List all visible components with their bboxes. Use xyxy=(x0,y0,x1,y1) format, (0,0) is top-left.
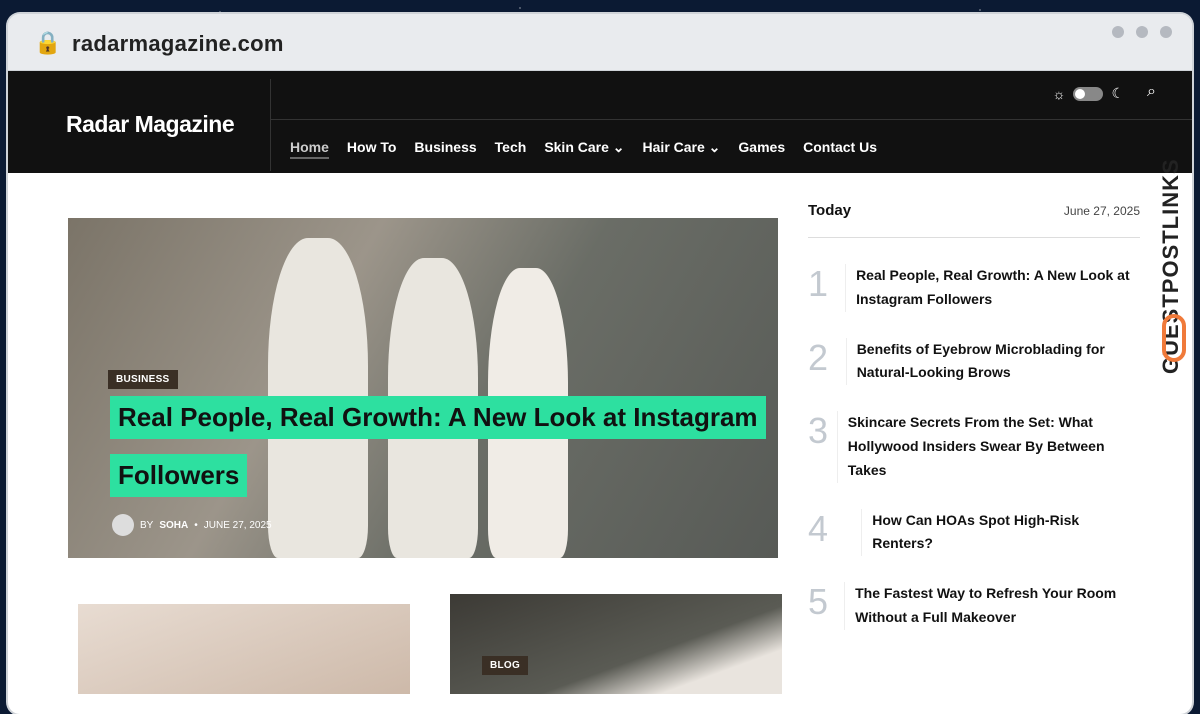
lock-icon: 🔒 xyxy=(34,30,62,55)
sun-icon: ☼ xyxy=(1052,85,1066,102)
list-item-title[interactable]: Skincare Secrets From the Set: What Holl… xyxy=(836,411,1140,483)
list-number: 4 xyxy=(808,507,829,549)
list-item-title[interactable]: Real People, Real Growth: A New Look at … xyxy=(845,264,1140,312)
toggle-switch[interactable] xyxy=(1073,86,1104,101)
list-number: 1 xyxy=(808,263,829,304)
sidebar-header: Today June 27, 2025 xyxy=(808,202,1140,238)
list-item[interactable]: 1 Real People, Real Growth: A New Look a… xyxy=(808,264,1140,312)
today-sidebar: Today June 27, 2025 1 Real People, Real … xyxy=(808,202,1140,630)
moon-icon: ☾ xyxy=(1111,85,1124,101)
list-item-title[interactable]: The Fastest Way to Refresh Your Room Wit… xyxy=(844,582,1140,630)
theme-toggle[interactable]: ☼ ☾ xyxy=(1053,85,1124,102)
article-card-image[interactable]: BLOG xyxy=(450,594,782,694)
hero-article[interactable]: BUSINESS Real People, Real Growth: A New… xyxy=(68,218,778,558)
list-number: 2 xyxy=(808,336,829,378)
list-item[interactable]: 5 The Fastest Way to Refresh Your Room W… xyxy=(808,582,1140,630)
nav-how-to[interactable]: How To xyxy=(347,139,397,159)
list-item[interactable]: 3 Skincare Secrets From the Set: What Ho… xyxy=(808,410,1140,483)
site-logo[interactable]: Radar Magazine xyxy=(66,111,235,138)
main-nav: Home How To Business Tech Skin Care ⌄ Ha… xyxy=(290,139,877,159)
nav-business[interactable]: Business xyxy=(414,139,476,159)
list-item-title[interactable]: How Can HOAs Spot High-Risk Renters? xyxy=(861,508,1140,557)
header-divider xyxy=(270,79,271,171)
avatar xyxy=(112,514,134,536)
nav-contact-us[interactable]: Contact Us xyxy=(803,139,877,159)
site-header: Radar Magazine ☼ ☾ ⌕ Home How To Busines… xyxy=(8,71,1192,173)
search-icon[interactable]: ⌕ xyxy=(1147,83,1156,101)
hero-title-line2[interactable]: Followers xyxy=(110,454,248,497)
header-divider xyxy=(270,119,1192,120)
url-text[interactable]: radarmagazine.com xyxy=(72,31,284,57)
nav-games[interactable]: Games xyxy=(738,139,785,159)
link-icon xyxy=(1162,314,1186,362)
hero-title-line1[interactable]: Real People, Real Growth: A New Look at … xyxy=(110,396,766,439)
article-meta: BY SOHA • JUNE 27, 2025 xyxy=(112,514,272,536)
sidebar-date: June 27, 2025 xyxy=(1063,203,1140,218)
meta-separator: • xyxy=(194,519,198,531)
window-dot-icon xyxy=(1160,26,1172,38)
nav-home[interactable]: Home xyxy=(290,139,329,159)
article-card-image[interactable] xyxy=(78,604,410,694)
list-item-title[interactable]: Benefits of Eyebrow Microblading for Nat… xyxy=(845,337,1140,386)
category-badge[interactable]: BUSINESS xyxy=(108,370,178,389)
category-badge[interactable]: BLOG xyxy=(482,656,529,675)
window-dot-icon xyxy=(1112,26,1124,38)
list-number: 5 xyxy=(808,581,829,623)
list-item[interactable]: 2 Benefits of Eyebrow Microblading for N… xyxy=(808,336,1140,386)
article-date: JUNE 27, 2025 xyxy=(203,519,272,531)
nav-hair-care[interactable]: Hair Care ⌄ xyxy=(643,139,721,159)
sidebar-title: Today xyxy=(808,202,852,219)
window-dot-icon xyxy=(1136,26,1148,38)
author-name[interactable]: SOHA xyxy=(159,520,188,531)
nav-tech[interactable]: Tech xyxy=(495,139,527,159)
address-bar[interactable]: 🔒 radarmagazine.com xyxy=(8,14,1192,71)
browser-window: 🔒 radarmagazine.com Radar Magazine ☼ ☾ ⌕… xyxy=(8,14,1192,714)
by-label: BY xyxy=(140,519,154,531)
window-controls xyxy=(1112,26,1172,38)
list-item[interactable]: 4 How Can HOAs Spot High-Risk Renters? xyxy=(808,507,1140,557)
list-number: 3 xyxy=(808,410,829,452)
nav-skin-care[interactable]: Skin Care ⌄ xyxy=(544,139,624,159)
